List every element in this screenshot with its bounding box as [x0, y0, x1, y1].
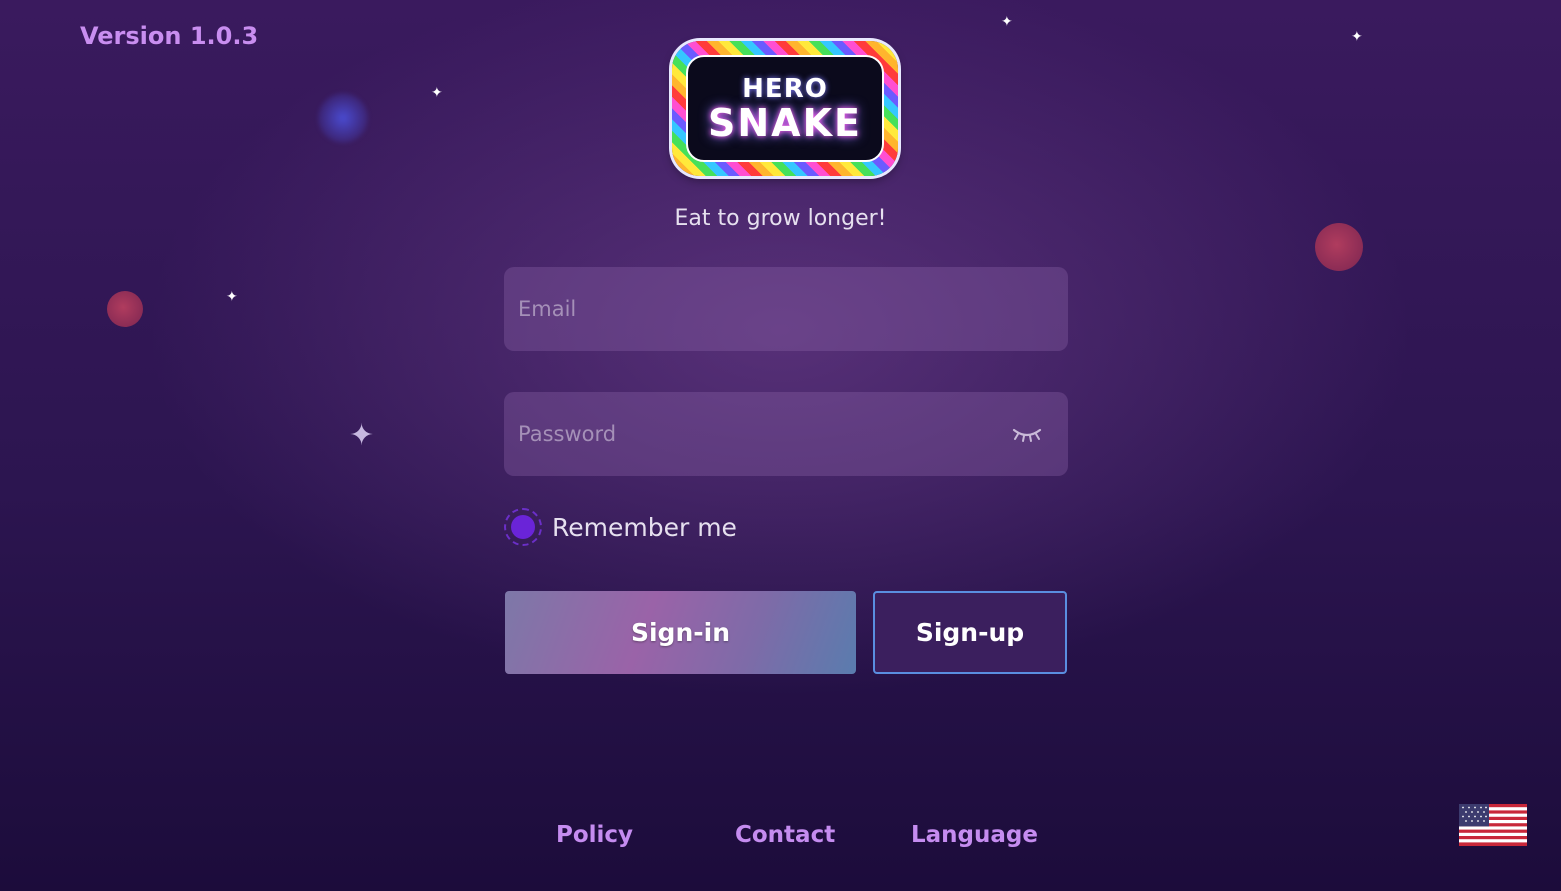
policy-link[interactable]: Policy: [556, 822, 633, 848]
sparkle-icon: ✦: [349, 418, 375, 453]
sign-in-button[interactable]: Sign-in: [505, 591, 856, 674]
version-label: Version 1.0.3: [80, 22, 259, 50]
contact-link[interactable]: Contact: [735, 822, 835, 848]
radio-selected-dot: [511, 515, 535, 539]
eye-closed-icon[interactable]: [1012, 424, 1042, 444]
language-link[interactable]: Language: [911, 822, 1038, 848]
sparkle-icon: ✦: [431, 85, 443, 101]
tagline: Eat to grow longer!: [674, 206, 887, 231]
email-input[interactable]: [504, 267, 1068, 351]
sparkle-icon: ✦: [1351, 29, 1363, 45]
decorative-orb-red: [107, 291, 143, 327]
password-field[interactable]: [504, 392, 1068, 476]
email-field[interactable]: [504, 267, 1068, 351]
password-input[interactable]: [504, 392, 1068, 476]
remember-me-toggle[interactable]: Remember me: [504, 508, 737, 546]
decorative-orb-blue: [318, 93, 368, 143]
remember-me-radio[interactable]: [504, 508, 542, 546]
sign-up-button[interactable]: Sign-up: [873, 591, 1067, 674]
logo-title-bottom: SNAKE: [708, 100, 862, 145]
remember-me-label: Remember me: [552, 512, 737, 542]
sparkle-icon: ✦: [1001, 14, 1013, 30]
game-logo: HERO SNAKE: [672, 41, 898, 176]
sparkle-icon: ✦: [226, 289, 238, 305]
us-flag-icon[interactable]: [1459, 804, 1527, 846]
logo-title-top: HERO: [742, 73, 828, 104]
